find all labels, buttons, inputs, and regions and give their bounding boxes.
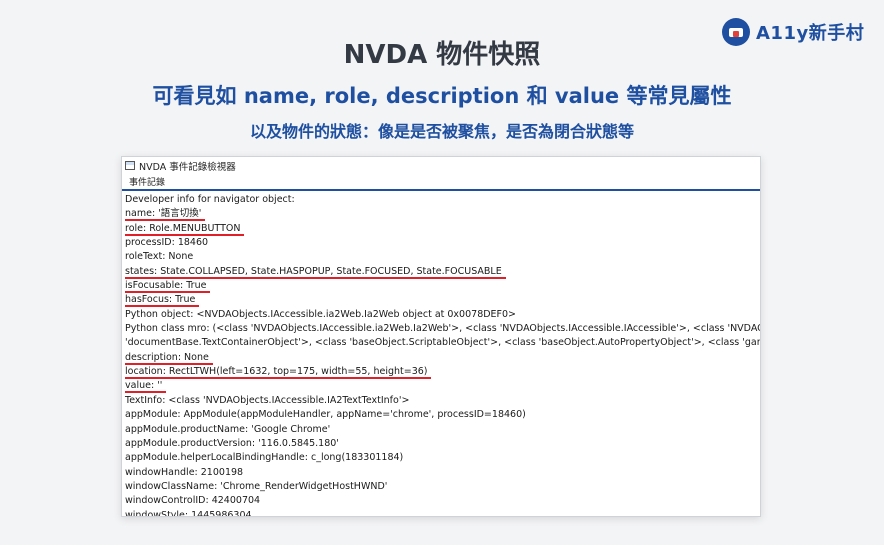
log-line-text: appModule: AppModule(appModuleHandler, a… <box>125 409 526 421</box>
log-line: states: State.COLLAPSED, State.HASPOPUP,… <box>125 265 760 279</box>
page-title: NVDA 物件快照 <box>343 40 541 70</box>
window-app-icon <box>125 161 135 170</box>
log-line-text: appModule.productName: 'Google Chrome' <box>125 423 331 435</box>
log-line-text: 'documentBase.TextContainerObject'>, <cl… <box>125 337 761 349</box>
log-line-text: windowControlID: 42400704 <box>125 495 261 507</box>
window-titlebar[interactable]: NVDA 事件記錄檢視器 <box>122 157 760 174</box>
log-line-highlighted-text: states: State.COLLAPSED, State.HASPOPUP,… <box>125 265 506 279</box>
page-subtitle-secondary: 以及物件的狀態：像是是否被聚焦，是否為閉合狀態等 <box>249 122 634 141</box>
log-line-highlighted-text: isFocusable: True <box>125 280 211 294</box>
log-line-text: appModule.helperLocalBindingHandle: c_lo… <box>125 452 404 464</box>
log-line: TextInfo: <class 'NVDAObjects.IAccessibl… <box>125 394 760 408</box>
log-line: processID: 18460 <box>125 236 760 250</box>
log-line-text: Python class mro: (<class 'NVDAObjects.I… <box>125 323 761 335</box>
log-line-highlighted-text: name: '語言切換' <box>125 208 206 222</box>
log-line-highlighted-text: location: RectLTWH(left=1632, top=175, w… <box>125 366 432 380</box>
log-line: appModule.productName: 'Google Chrome' <box>125 423 760 437</box>
log-line: value: '' <box>125 379 760 394</box>
log-line-text: windowHandle: 2100198 <box>125 466 244 478</box>
log-line: appModule: AppModule(appModuleHandler, a… <box>125 408 760 422</box>
log-line-text: Developer info for navigator object: <box>125 194 295 205</box>
log-line-text: processID: 18460 <box>125 237 209 249</box>
event-log-viewer-window: NVDA 事件記錄檢視器 事件記錄 Developer info for nav… <box>121 156 761 517</box>
log-line: Python object: <NVDAObjects.IAccessible.… <box>125 308 760 322</box>
log-text-area[interactable]: Developer info for navigator object: name… <box>122 191 760 517</box>
log-line-highlighted-text: description: None <box>125 351 213 365</box>
log-line-text: windowClassName: 'Chrome_RenderWidgetHos… <box>125 480 388 492</box>
log-line: hasFocus: True <box>125 293 760 308</box>
log-line: Python class mro: (<class 'NVDAObjects.I… <box>125 322 760 336</box>
log-line-highlighted-text: role: Role.MENUBUTTON <box>125 222 245 236</box>
log-line: appModule.helperLocalBindingHandle: c_lo… <box>125 451 760 465</box>
log-line: windowControlID: 42400704 <box>125 494 760 508</box>
log-line: Developer info for navigator object: <box>125 193 760 207</box>
log-line: location: RectLTWH(left=1632, top=175, w… <box>125 365 760 380</box>
log-line-text: roleText: None <box>125 251 194 263</box>
log-line: appModule.productVersion: '116.0.5845.18… <box>125 437 760 451</box>
log-line-text: Python object: <NVDAObjects.IAccessible.… <box>125 308 517 320</box>
log-line: 'documentBase.TextContainerObject'>, <cl… <box>125 336 760 350</box>
log-line-text: appModule.productVersion: '116.0.5845.18… <box>125 437 339 449</box>
log-line-highlighted-text: hasFocus: True <box>125 294 200 308</box>
page-subtitle: 可看見如 name, role, description 和 value 等常見… <box>152 84 732 108</box>
window-title: NVDA 事件記錄檢視器 <box>139 161 236 173</box>
window-menubar: 事件記錄 <box>122 174 760 188</box>
menu-item-event-log[interactable]: 事件記錄 <box>129 175 165 188</box>
log-line: role: Role.MENUBUTTON <box>125 222 760 236</box>
log-line: isFocusable: True <box>125 279 760 294</box>
log-line-text: TextInfo: <class 'NVDAObjects.IAccessibl… <box>125 394 410 406</box>
log-line: roleText: None <box>125 250 760 264</box>
log-line: windowClassName: 'Chrome_RenderWidgetHos… <box>125 480 760 494</box>
log-line-text: windowStyle: 1445986304 <box>125 509 252 517</box>
log-line: windowStyle: 1445986304 <box>125 509 760 517</box>
log-line: description: None <box>125 351 760 365</box>
log-line: windowHandle: 2100198 <box>125 466 760 480</box>
log-line-highlighted-text: value: '' <box>125 380 167 394</box>
log-line: name: '語言切換' <box>125 207 760 222</box>
